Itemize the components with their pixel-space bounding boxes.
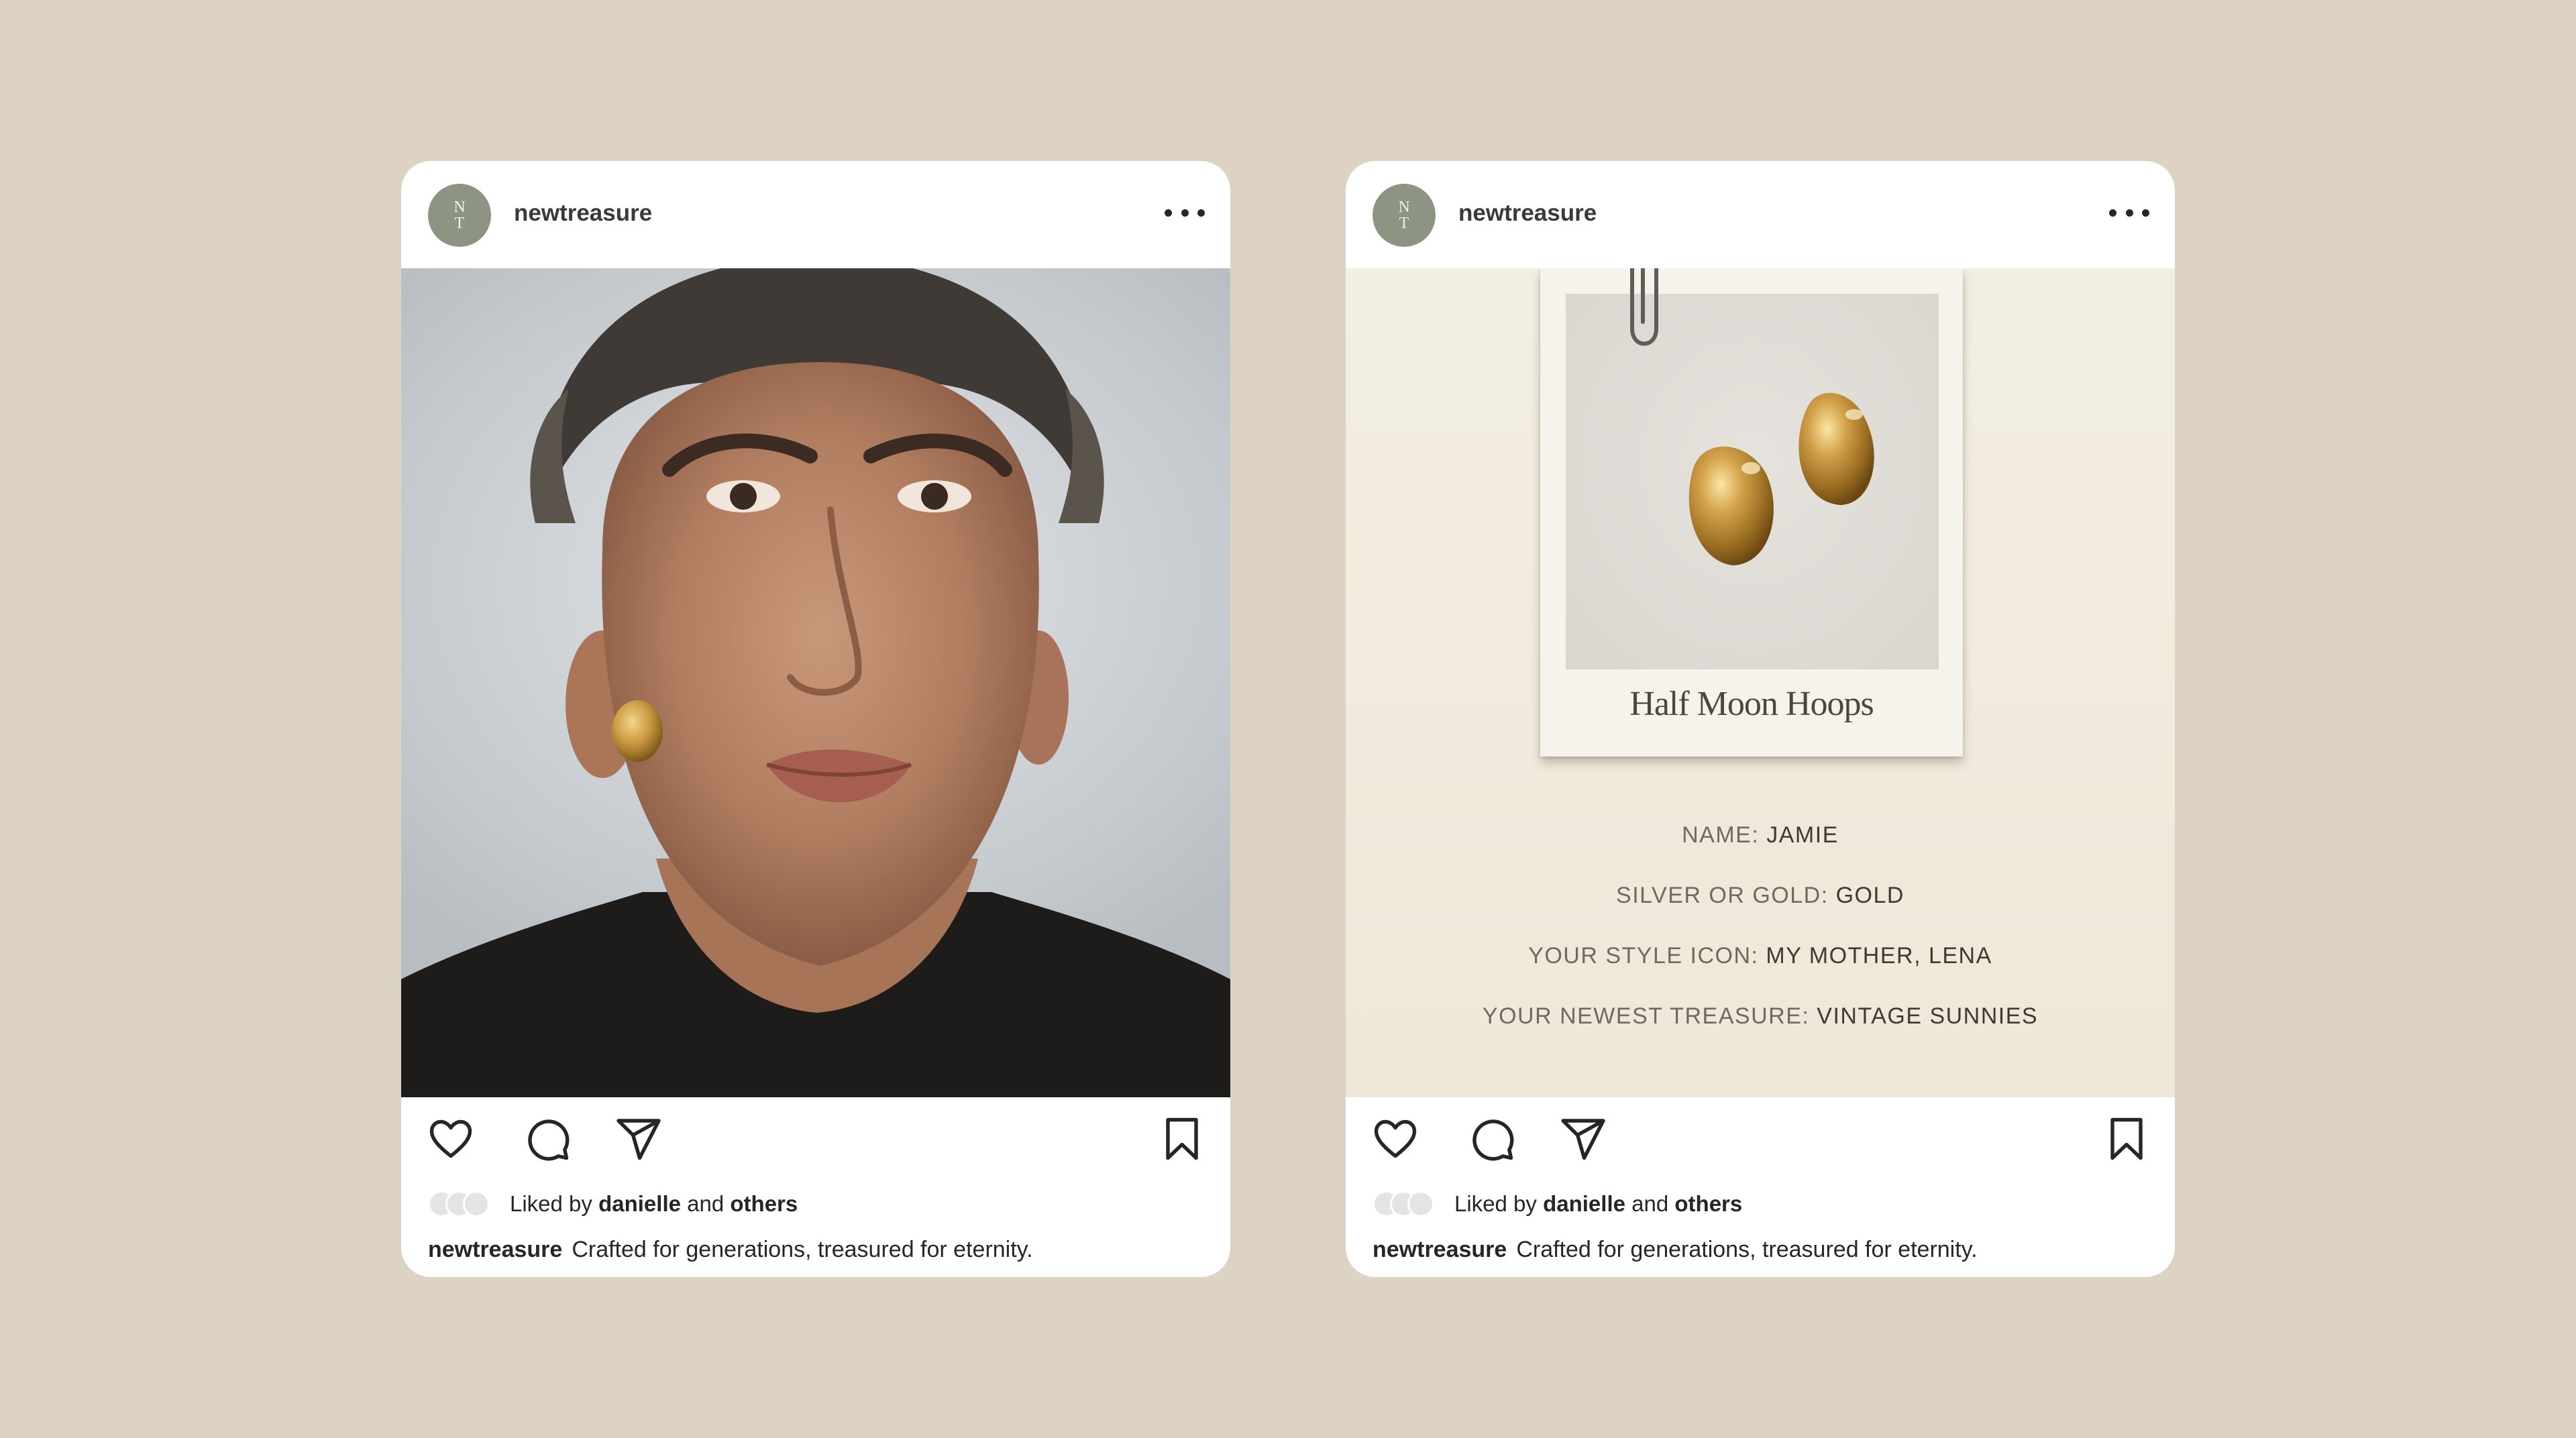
liker-avatars (1373, 1189, 1440, 1219)
qa-row-newest-treasure: YOUR NEWEST TREASURE: VINTAGE SUNNIES (1482, 1003, 2039, 1029)
portrait-photo (401, 268, 1230, 1097)
caption-username[interactable]: newtreasure (428, 1237, 562, 1262)
comment-icon[interactable] (1468, 1115, 1516, 1163)
likes-text[interactable]: Liked by danielle and others (1454, 1191, 1742, 1217)
action-bar (401, 1097, 1230, 1184)
caption-text: Crafted for generations, treasured for e… (572, 1237, 1033, 1262)
post-card-media: Half Moon Hoops NAME: JAMIE SILVER OR GO… (1346, 268, 2175, 1097)
paperclip-icon (1630, 268, 1658, 346)
liker-avatars (428, 1189, 495, 1219)
share-icon[interactable] (1559, 1115, 1607, 1163)
username[interactable]: newtreasure (1458, 199, 1597, 228)
bookmark-icon[interactable] (2102, 1115, 2151, 1163)
post-photo (401, 268, 1230, 1097)
heart-icon[interactable] (427, 1115, 475, 1163)
share-icon[interactable] (614, 1115, 663, 1163)
bookmark-icon[interactable] (1158, 1115, 1206, 1163)
action-bar (1346, 1097, 2175, 1184)
avatar-initial-top: N (453, 199, 466, 216)
more-options-icon[interactable] (2109, 196, 2149, 229)
avatar-initial-bottom: T (1399, 215, 1409, 232)
post-header: N T newtreasure (1346, 161, 2175, 268)
qa-list: NAME: JAMIE SILVER OR GOLD: GOLD YOUR ST… (1346, 805, 2175, 1046)
avatar-initial-top: N (1398, 199, 1410, 216)
comment-icon[interactable] (523, 1115, 572, 1163)
post-caption: newtreasure Crafted for generations, trea… (428, 1237, 1033, 1263)
more-options-icon[interactable] (1165, 196, 1205, 229)
caption-username[interactable]: newtreasure (1373, 1237, 1507, 1262)
caption-text: Crafted for generations, treasured for e… (1516, 1237, 1978, 1262)
likes-row: Liked by danielle and others (428, 1187, 798, 1221)
qa-row-name: NAME: JAMIE (1682, 822, 1839, 848)
post-card: N T newtreasure (1346, 161, 2175, 1277)
post-header: N T newtreasure (401, 161, 1230, 268)
post-card: N T newtreasure (401, 161, 1230, 1277)
likes-row: Liked by danielle and others (1373, 1187, 1742, 1221)
qa-row-silver-or-gold: SILVER OR GOLD: GOLD (1616, 883, 1904, 908)
polaroid: Half Moon Hoops (1540, 268, 1963, 757)
avatar-initial-bottom: T (454, 215, 465, 232)
avatar[interactable]: N T (428, 184, 491, 247)
username[interactable]: newtreasure (514, 199, 652, 228)
likes-text[interactable]: Liked by danielle and others (510, 1191, 798, 1217)
heart-icon[interactable] (1371, 1115, 1419, 1163)
avatar[interactable]: N T (1373, 184, 1436, 247)
post-caption: newtreasure Crafted for generations, trea… (1373, 1237, 1978, 1263)
qa-row-style-icon: YOUR STYLE ICON: MY MOTHER, LENA (1528, 943, 1992, 969)
polaroid-caption: Half Moon Hoops (1629, 685, 1874, 723)
